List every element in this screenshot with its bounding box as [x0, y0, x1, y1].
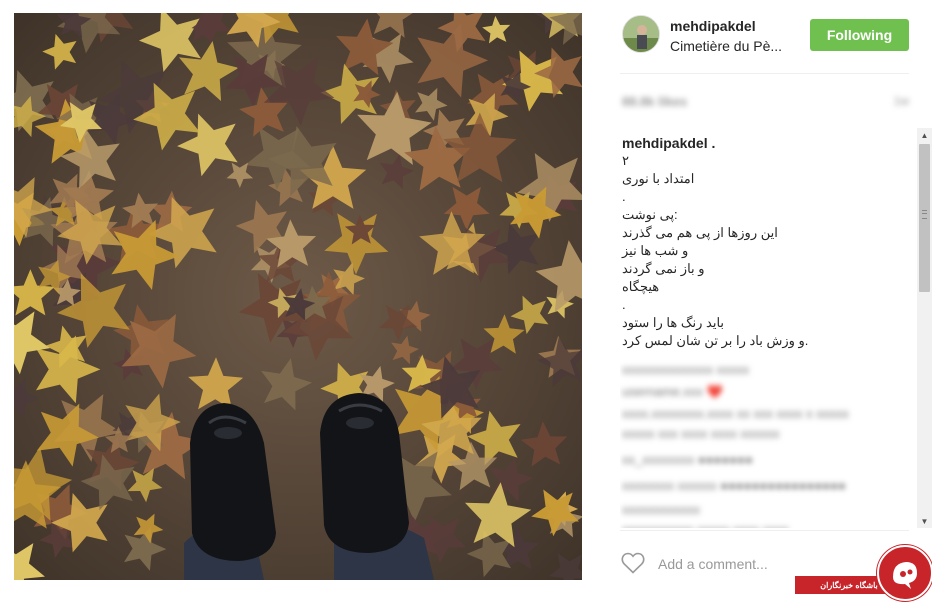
- following-button[interactable]: Following: [810, 19, 909, 51]
- comment-item[interactable]: xx_xxxxxxxx ●●●●●●●: [622, 452, 753, 467]
- caption-line: باید رنگ ها را ستود: [622, 315, 725, 330]
- caption-line: :پی نوشت: [622, 207, 678, 222]
- divider: [620, 73, 909, 74]
- scrollbar-thumb[interactable]: [919, 144, 930, 292]
- comment-item[interactable]: xxxxx xxx xxxx xxxx xxxxxx: [622, 426, 779, 441]
- comment-item[interactable]: username.xxx ❤️: [622, 384, 723, 400]
- watermark-emblem: [877, 545, 932, 601]
- watermark-logo: باشگاه خبرنگاران: [795, 543, 932, 601]
- location-link[interactable]: Cimetière du Pè...: [670, 38, 782, 54]
- caption-line: ۲: [622, 153, 629, 168]
- caption-line: و شب ها نیز: [622, 243, 689, 258]
- caption-line: امتداد با نوری: [622, 171, 695, 186]
- caption-username[interactable]: mehdipakdel .: [622, 135, 715, 151]
- caption-line: .: [622, 297, 626, 312]
- post-photo[interactable]: [14, 13, 582, 580]
- comments-scrollbar[interactable]: ▲ ▼: [917, 128, 932, 528]
- likes-count[interactable]: 88.8k likes: [622, 94, 687, 109]
- avatar[interactable]: [622, 15, 660, 53]
- scroll-down-arrow-icon[interactable]: ▼: [917, 514, 932, 528]
- heart-outline-icon[interactable]: [621, 552, 645, 574]
- divider: [620, 530, 909, 531]
- username-link[interactable]: mehdipakdel: [670, 18, 756, 34]
- autumn-leaves-with-shoes-image: [14, 13, 582, 580]
- caption-line: .: [622, 189, 626, 204]
- caption-line: این روزها از پی هم می گذرند: [622, 225, 778, 240]
- scroll-up-arrow-icon[interactable]: ▲: [917, 128, 932, 142]
- caption-line: هیچگاه: [622, 279, 660, 294]
- caption-line: .و وزش باد را بر تن شان لمس کرد: [622, 333, 809, 348]
- comment-item[interactable]: xxxx.xxxxxxxx.xxxx xx xxx xxxx x xxxxx: [622, 406, 849, 421]
- comment-item[interactable]: xxxxxxxxxxxxxx xxxxx: [622, 362, 749, 377]
- avatar-image: [623, 16, 659, 52]
- comments-panel[interactable]: mehdipakdel . ۲ امتداد با نوری. :پی نوشت ای…: [620, 128, 916, 528]
- comment-item[interactable]: xxxxxxxx xxxxxx ●●●●●●●●●●●●●●●●: [622, 478, 846, 493]
- caption-line: و باز نمی گردند: [622, 261, 705, 276]
- post-stats: 88.8k likes 1w: [620, 94, 909, 114]
- comment-item[interactable]: xxxxxxxxxxxx: [622, 502, 700, 517]
- post-age[interactable]: 1w: [894, 94, 909, 108]
- post-header: mehdipakdel Cimetière du Pè... Following: [620, 13, 910, 73]
- comment-item[interactable]: xxxxxxxxxxx xxxxx xxxx xxxx: [622, 522, 789, 528]
